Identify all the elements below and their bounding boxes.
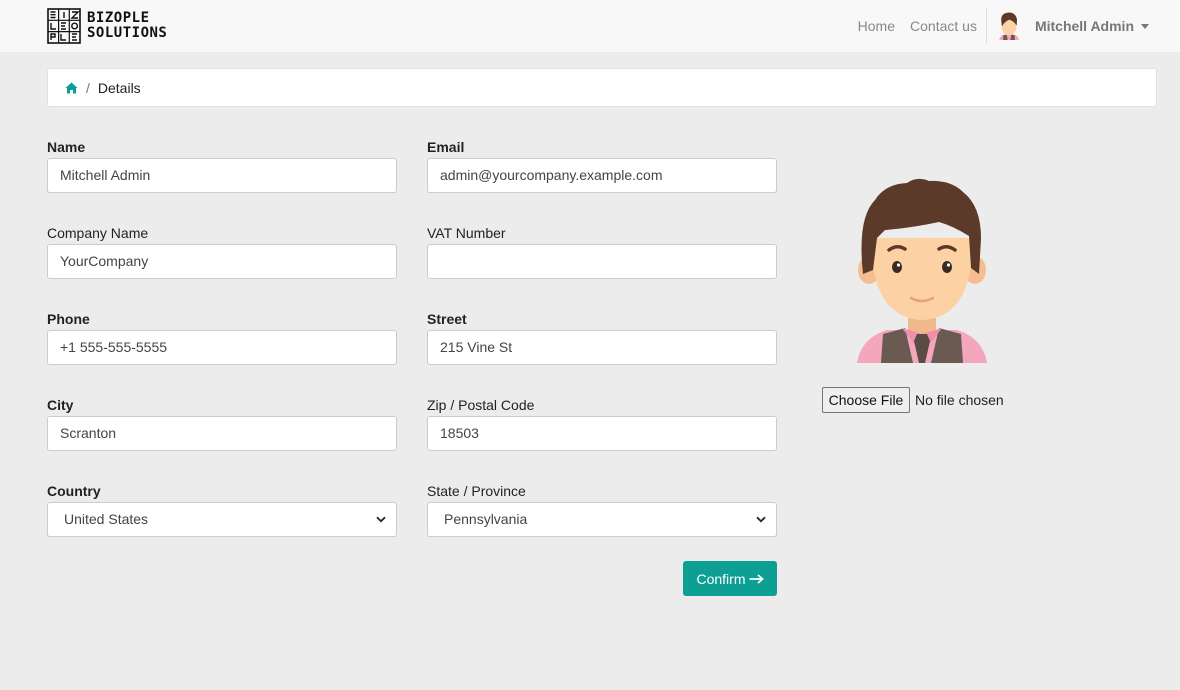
email-field: Email admin@yourcompany.example.com <box>427 139 777 193</box>
company-input[interactable]: YourCompany <box>47 244 397 279</box>
profile-avatar-image[interactable] <box>855 178 989 363</box>
company-field: Company Name YourCompany <box>47 225 397 279</box>
arrow-right-icon <box>749 573 764 584</box>
avatar-upload: Choose File No file chosen <box>822 387 1004 413</box>
street-field: Street 215 Vine St <box>427 311 777 365</box>
phone-input[interactable]: +1 555-555-5555 <box>47 330 397 365</box>
chevron-down-icon <box>376 516 386 523</box>
brand-name-line2: SOLUTIONS <box>87 25 168 41</box>
state-selected-value: Pennsylvania <box>444 511 528 527</box>
nav-divider <box>985 9 987 43</box>
city-label: City <box>47 397 74 413</box>
zip-label: Zip / Postal Code <box>427 397 535 413</box>
state-select[interactable]: Pennsylvania <box>427 502 777 537</box>
city-input[interactable]: Scranton <box>47 416 397 451</box>
breadcrumb: / Details <box>47 68 1157 107</box>
file-status: No file chosen <box>915 392 1004 408</box>
vat-field: VAT Number <box>427 225 777 279</box>
logo-mark-icon <box>47 8 81 44</box>
name-field: Name Mitchell Admin <box>47 139 397 193</box>
caret-down-icon <box>1141 24 1149 29</box>
user-avatar-icon <box>999 12 1019 40</box>
user-name: Mitchell Admin <box>1034 18 1134 34</box>
home-icon[interactable] <box>65 82 78 94</box>
confirm-button[interactable]: Confirm <box>683 561 777 596</box>
navbar: BIZOPLE SOLUTIONS Home Contact us Mitche… <box>0 0 1180 52</box>
nav-contact-link[interactable]: Contact us <box>910 18 977 34</box>
phone-label: Phone <box>47 311 90 327</box>
company-label: Company Name <box>47 225 149 241</box>
breadcrumb-separator: / <box>86 79 90 96</box>
breadcrumb-current: Details <box>97 79 141 96</box>
vat-label: VAT Number <box>427 225 506 241</box>
phone-field: Phone +1 555-555-5555 <box>47 311 397 365</box>
zip-field: Zip / Postal Code 18503 <box>427 397 777 451</box>
country-label: Country <box>47 483 101 499</box>
vat-input[interactable] <box>427 244 777 279</box>
name-input[interactable]: Mitchell Admin <box>47 158 397 193</box>
zip-input[interactable]: 18503 <box>427 416 777 451</box>
street-label: Street <box>427 311 467 327</box>
chevron-down-icon <box>756 516 766 523</box>
name-label: Name <box>47 139 86 155</box>
country-selected-value: United States <box>64 511 149 527</box>
user-menu[interactable]: Mitchell Admin <box>997 12 1149 40</box>
email-label: Email <box>427 139 465 155</box>
choose-file-button[interactable]: Choose File <box>822 387 910 413</box>
country-field: Country United States <box>47 483 397 537</box>
confirm-label: Confirm <box>696 570 746 587</box>
brand-name-line1: BIZOPLE <box>87 10 150 26</box>
street-input[interactable]: 215 Vine St <box>427 330 777 365</box>
city-field: City Scranton <box>47 397 397 451</box>
country-select[interactable]: United States <box>47 502 397 537</box>
email-input[interactable]: admin@yourcompany.example.com <box>427 158 777 193</box>
brand-logo[interactable]: BIZOPLE SOLUTIONS <box>47 7 167 45</box>
nav-home-link[interactable]: Home <box>858 18 895 34</box>
state-label: State / Province <box>427 483 526 499</box>
state-field: State / Province Pennsylvania <box>427 483 777 537</box>
